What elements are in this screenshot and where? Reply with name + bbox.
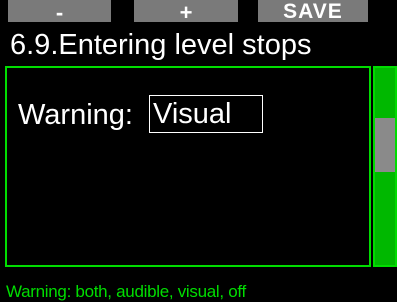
warning-value-field[interactable]: Visual	[149, 95, 263, 133]
plus-softkey[interactable]: +	[134, 0, 238, 22]
scrollbar-thumb[interactable]	[375, 118, 395, 172]
save-softkey[interactable]: SAVE	[258, 0, 368, 22]
page-title: 6.9.Entering level stops	[10, 29, 312, 61]
warning-label: Warning:	[18, 99, 133, 131]
minus-softkey[interactable]: -	[8, 0, 111, 22]
scrollbar[interactable]	[373, 66, 397, 267]
help-text: Warning: both, audible, visual, off	[6, 282, 246, 301]
